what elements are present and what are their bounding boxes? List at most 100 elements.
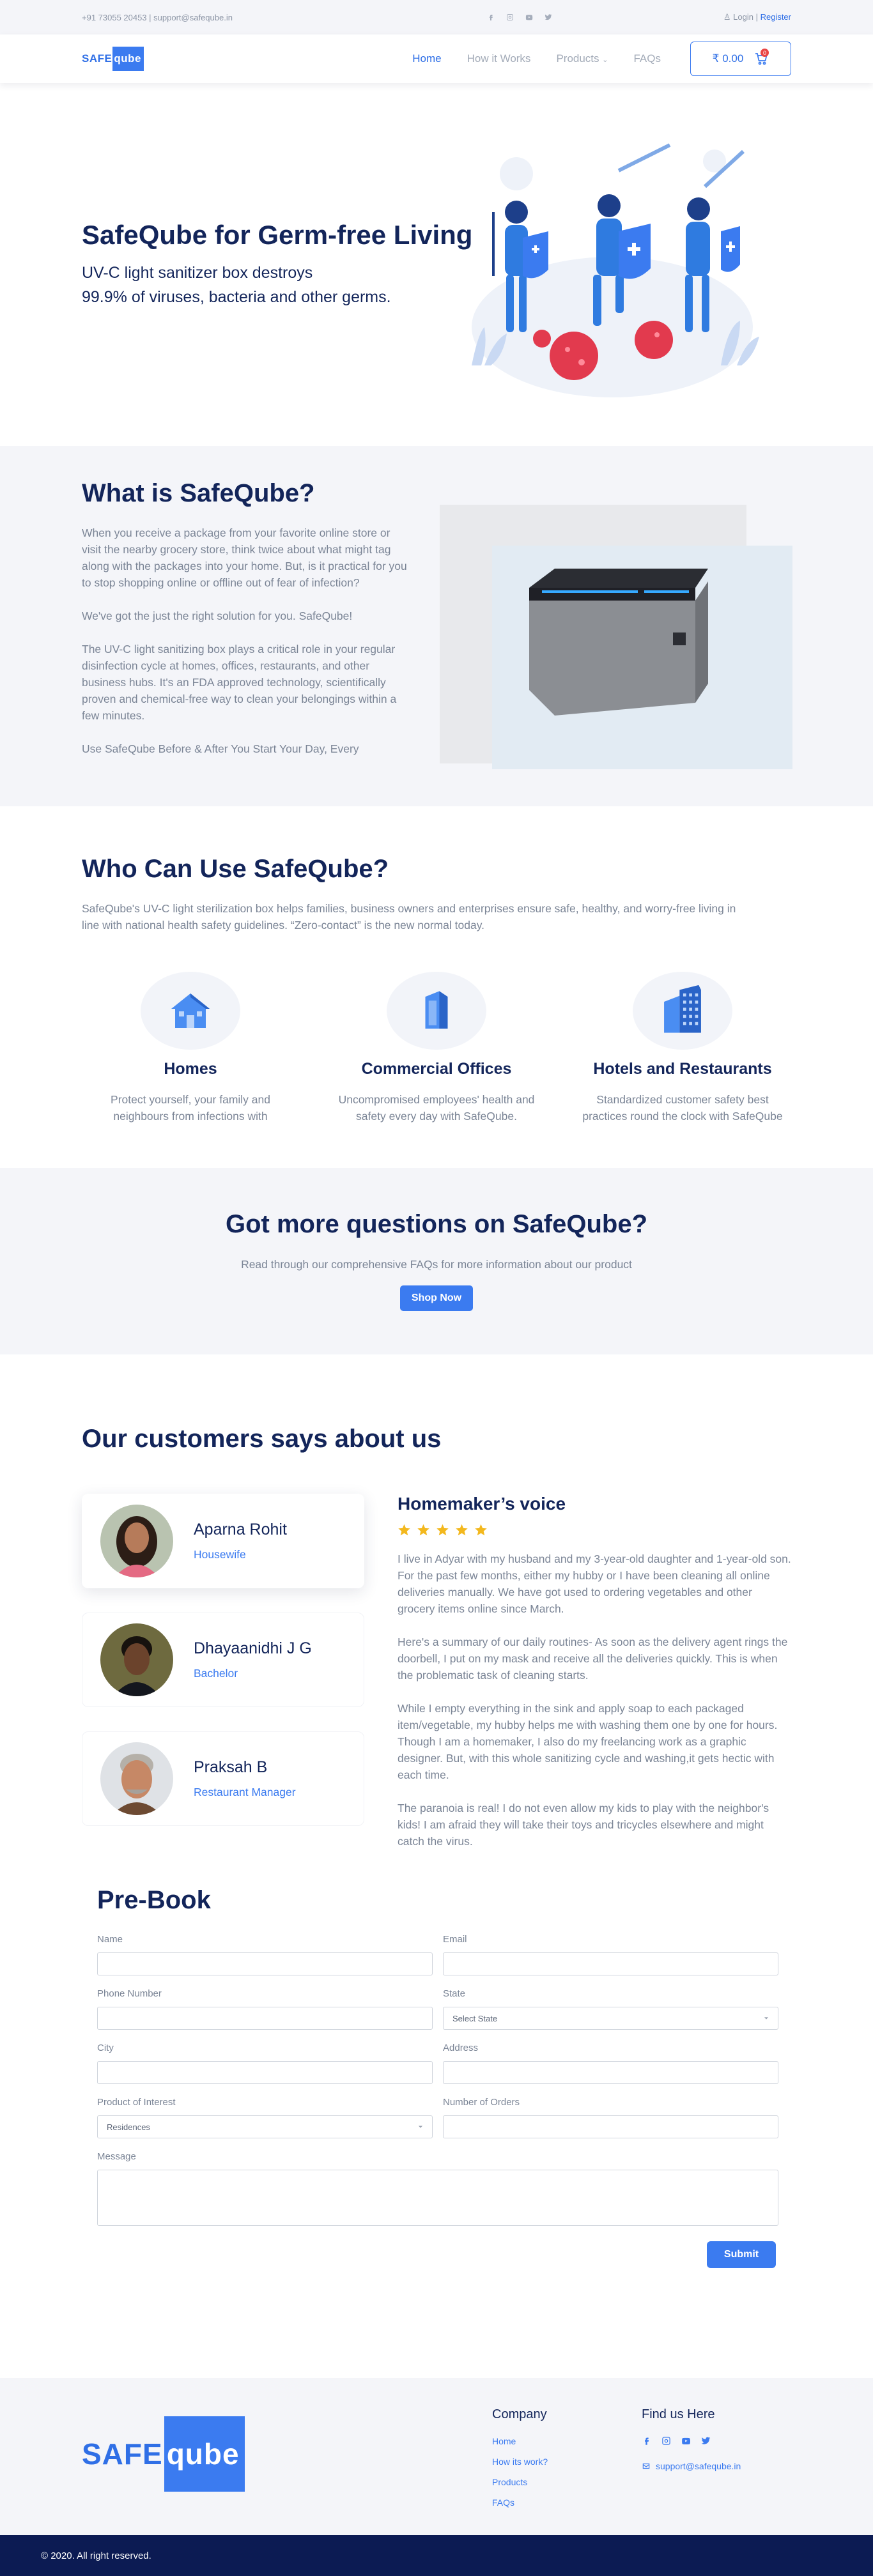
testimonial-person-card[interactable]: Dhayaanidhi J G Bachelor (82, 1613, 364, 1707)
instagram-icon[interactable] (661, 2436, 671, 2446)
submit-button[interactable]: Submit (707, 2241, 776, 2268)
cart-amount: ₹ 0.00 (712, 52, 744, 65)
nav-item-home[interactable]: Home (412, 52, 441, 65)
submit-row: Submit (97, 2241, 776, 2268)
footer-logo-qube: qube (164, 2416, 245, 2492)
product-select-value: Residences (107, 2122, 150, 2132)
footer-logo[interactable]: SAFE qube (82, 2416, 245, 2492)
use-case-title: Homes (164, 1060, 217, 1078)
copyright-text: © 2020. All right reserved. (41, 2550, 151, 2561)
footer-link-products[interactable]: Products (492, 2477, 548, 2487)
footer-link-home[interactable]: Home (492, 2436, 548, 2446)
chevron-down-icon: ⌄ (602, 56, 608, 64)
page: +91 73055 20453 | support@safeqube.in ♙ … (0, 0, 873, 2576)
what-is-paragraph: Use SafeQube Before & After You Start Yo… (82, 742, 359, 755)
city-input[interactable] (97, 2061, 433, 2084)
logo-text-safe: SAFE (82, 52, 112, 65)
instagram-icon[interactable] (506, 13, 514, 21)
twitter-icon[interactable] (701, 2436, 711, 2446)
use-case-text: Standardized customer safety best practi… (582, 1093, 783, 1123)
star-icon (436, 1524, 449, 1536)
product-select[interactable]: Residences (97, 2115, 433, 2138)
register-link[interactable]: Register (761, 12, 791, 22)
footer-email-link[interactable]: support@safeqube.in (642, 2461, 741, 2471)
testimonial-people: Aparna Rohit Housewife Dhayaanidhi J G B… (82, 1494, 364, 1850)
who-title: Who Can Use SafeQube? (82, 855, 389, 883)
testimonials-title: Our customers says about us (82, 1425, 442, 1453)
footer-link-how-it-works[interactable]: How its work? (492, 2457, 548, 2467)
contact-info: +91 73055 20453 | support@safeqube.in (82, 12, 233, 22)
city-field-group: City (97, 2043, 433, 2084)
product-image-frame (440, 505, 792, 769)
footer-link-faqs[interactable]: FAQs (492, 2497, 548, 2508)
state-select[interactable]: Select State (443, 2007, 778, 2030)
hero-section: SafeQube for Germ-free Living UV-C light… (0, 83, 873, 446)
use-case-card: Homes Protect yourself, your family and … (82, 972, 299, 1124)
youtube-icon[interactable] (681, 2436, 691, 2446)
facebook-icon[interactable] (487, 13, 495, 21)
what-is-paragraph: We've got the just the right solution fo… (82, 610, 353, 622)
auth-separator: | (755, 12, 758, 22)
email-field-group: Email (443, 1934, 778, 1975)
copyright-bar: © 2020. All right reserved. (0, 2535, 873, 2576)
address-label: Address (443, 2043, 479, 2053)
what-is-title: What is SafeQube? (82, 479, 315, 507)
state-field-group: State Select State (443, 1988, 778, 2030)
sanitizer-box-image (529, 569, 708, 716)
phone-input[interactable] (97, 2007, 433, 2030)
testimonial-person-card[interactable]: Praksah B Restaurant Manager (82, 1731, 364, 1826)
star-icon (398, 1524, 410, 1536)
footer-social-icons (642, 2436, 741, 2446)
product-label: Product of Interest (97, 2097, 176, 2108)
cart-button[interactable]: ₹ 0.00 0 (690, 42, 791, 76)
mail-icon (642, 2463, 650, 2469)
nav-item-how-it-works[interactable]: How it Works (467, 52, 531, 65)
testimonial-quote: Homemaker’s voice I live in Adyar with m… (398, 1494, 791, 1866)
star-icon (456, 1524, 468, 1536)
user-icon: ♙ (723, 12, 731, 22)
hero-subtitle-line1: UV-C light sanitizer box destroys (82, 264, 313, 282)
what-is-text: When you receive a package from your fav… (82, 525, 408, 757)
quote-paragraph: While I empty everything in the sink and… (398, 1702, 778, 1781)
hero-subtitle-line2: 99.9% of viruses, bacteria and other ger… (82, 288, 391, 306)
testimonial-person-name: Aparna Rohit (194, 1521, 287, 1538)
quote-paragraph: Here's a summary of our daily routines- … (398, 1636, 788, 1682)
use-case-title: Hotels and Restaurants (593, 1060, 772, 1078)
footer-company-title: Company (492, 2407, 547, 2421)
logo-text-qube: qube (112, 47, 144, 71)
message-textarea[interactable] (97, 2170, 778, 2226)
header-logo[interactable]: SAFE qube (82, 47, 144, 71)
office-building-icon (387, 972, 486, 1050)
nav-item-products[interactable]: Products ⌄ (556, 52, 608, 65)
avatar (100, 1505, 173, 1577)
faq-title: Got more questions on SafeQube? (225, 1210, 648, 1238)
state-label: State (443, 1988, 466, 1999)
main-nav: SAFE qube Home How it Works Products ⌄ F… (0, 34, 873, 83)
email-label: Email (443, 1934, 467, 1945)
facebook-icon[interactable] (642, 2436, 651, 2446)
chevron-down-icon (764, 2017, 769, 2020)
footer-email-text: support@safeqube.in (656, 2461, 741, 2471)
orders-label: Number of Orders (443, 2097, 520, 2108)
prebook-title: Pre-Book (97, 1886, 211, 1914)
nav-item-faqs[interactable]: FAQs (633, 52, 661, 65)
testimonial-person-role: Restaurant Manager (194, 1786, 296, 1798)
phone-field-group: Phone Number (97, 1988, 433, 2030)
email-input[interactable] (443, 1952, 778, 1975)
faq-text: Read through our comprehensive FAQs for … (241, 1258, 632, 1271)
orders-input[interactable] (443, 2115, 778, 2138)
youtube-icon[interactable] (525, 13, 533, 21)
testimonial-person-card[interactable]: Aparna Rohit Housewife (82, 1494, 364, 1588)
hero-text: SafeQube for Germ-free Living UV-C light… (82, 220, 472, 309)
hotel-building-icon (633, 972, 732, 1050)
prebook-section: Pre-Book Name Email Phone Number State S… (0, 1886, 873, 2378)
address-input[interactable] (443, 2061, 778, 2084)
address-field-group: Address (443, 2043, 778, 2084)
shop-now-button[interactable]: Shop Now (399, 1285, 474, 1311)
login-link[interactable]: Login (733, 12, 753, 22)
name-label: Name (97, 1934, 123, 1945)
testimonial-person-name: Praksah B (194, 1758, 268, 1776)
name-input[interactable] (97, 1952, 433, 1975)
twitter-icon[interactable] (545, 13, 552, 21)
use-case-cards: Homes Protect yourself, your family and … (82, 972, 791, 1124)
